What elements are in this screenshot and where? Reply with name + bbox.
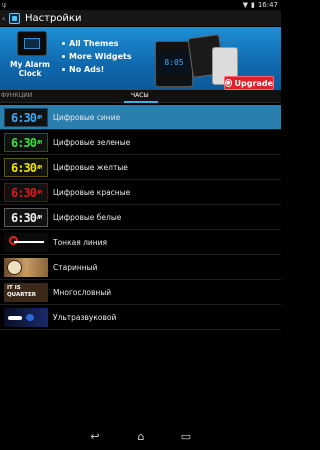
thin-line-clock-icon <box>4 233 48 252</box>
theme-row[interactable]: 6:30 AM Цифровые синие <box>0 105 281 130</box>
theme-label: Тонкая линия <box>53 237 108 247</box>
digital-clock-icon: 6:30 AM <box>4 108 48 127</box>
status-icons: ▼ ▮ 16:47 <box>243 1 278 9</box>
digital-clock-icon: 6:30 AM <box>4 133 48 152</box>
tab-clocks[interactable]: ЧАСЫ <box>124 90 158 103</box>
theme-label: Ультразвуковой <box>53 312 117 322</box>
back-icon[interactable]: ↩ <box>87 430 103 444</box>
tab-functions[interactable]: ФУНКЦИИ <box>1 90 32 103</box>
theme-label: Цифровые зеленые <box>53 137 131 147</box>
theme-row[interactable]: 6:30 AM Цифровые белые <box>0 205 281 230</box>
theme-row[interactable]: 6:30 AM Цифровые зеленые <box>0 130 281 155</box>
battery-icon: ▮ <box>250 1 255 9</box>
trident-icon: ψ <box>2 1 7 9</box>
clock-icon: ● <box>225 79 232 87</box>
digital-clock-icon: 6:30 AM <box>4 158 48 177</box>
digital-clock-icon: 6:30 AM <box>4 183 48 202</box>
recents-icon[interactable]: ▭ <box>178 430 194 444</box>
feature-item: No Ads! <box>62 63 132 76</box>
digital-clock-icon: 6:30 AM <box>4 208 48 227</box>
theme-row[interactable]: Старинный <box>0 255 281 280</box>
brand-line-2: Clock <box>18 69 42 78</box>
wifi-icon: ▼ <box>242 1 248 9</box>
banner-brand: My Alarm Clock <box>4 60 56 78</box>
app-logo-icon <box>17 31 47 56</box>
home-icon[interactable]: ⌂ <box>133 430 149 444</box>
page-title: Настройки <box>25 12 82 24</box>
status-bar: ψ ▼ ▮ 16:47 <box>0 0 281 10</box>
brand-line-1: My Alarm <box>10 60 50 69</box>
feature-item: All Themes <box>62 37 132 50</box>
theme-row[interactable]: 6:30 AM Цифровые красные <box>0 180 281 205</box>
status-time: 16:47 <box>257 1 278 9</box>
theme-label: Цифровые желтые <box>53 162 128 172</box>
device-image: 8:05 <box>155 41 193 87</box>
feature-list: All Themes More Widgets No Ads! <box>62 37 132 76</box>
theme-label: Цифровые белые <box>53 212 122 222</box>
upgrade-label: Upgrade <box>234 78 273 88</box>
upgrade-banner[interactable]: My Alarm Clock All Themes More Widgets N… <box>0 27 281 90</box>
theme-list: 6:30 AM Цифровые синие 6:30 AM Цифровые зелен… <box>0 105 281 330</box>
theme-label: Цифровые красные <box>53 187 131 197</box>
theme-row[interactable]: Тонкая линия <box>0 230 281 255</box>
theme-label: Старинный <box>53 262 98 272</box>
theme-label: Цифровые синие <box>53 112 121 122</box>
tab-bar: ФУНКЦИИ ЧАСЫ <box>0 90 281 103</box>
word-clock-icon: IT IS QUARTER <box>4 283 48 302</box>
navigation-bar: ↩ ⌂ ▭ <box>0 424 281 450</box>
theme-row[interactable]: Ультразвуковой <box>0 305 281 330</box>
feature-item: More Widgets <box>62 50 132 63</box>
theme-label: Многословный <box>53 287 112 297</box>
theme-row[interactable]: IT IS QUARTER Многословный <box>0 280 281 305</box>
app-icon[interactable] <box>9 12 20 24</box>
theme-row[interactable]: 6:30 AM Цифровые желтые <box>0 155 281 180</box>
ultrasonic-clock-icon <box>4 308 48 327</box>
vintage-clock-icon <box>4 258 48 277</box>
upgrade-button[interactable]: ● Upgrade <box>224 76 274 90</box>
action-bar: ‹ Настройки <box>0 10 281 26</box>
back-caret-icon[interactable]: ‹ <box>2 14 8 23</box>
